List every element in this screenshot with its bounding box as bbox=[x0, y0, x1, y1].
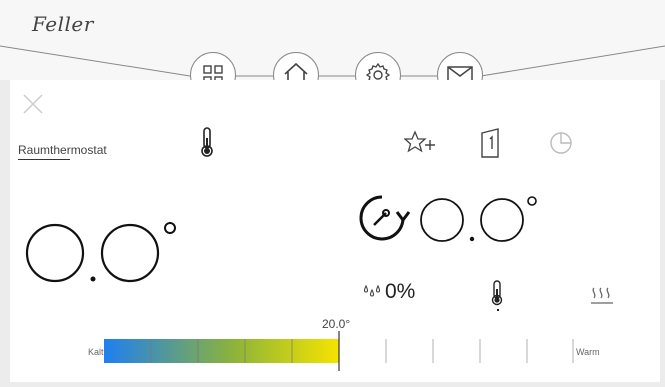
humidity-icon bbox=[363, 284, 381, 297]
door-icon[interactable] bbox=[480, 127, 502, 159]
current-temperature-display bbox=[25, 222, 176, 283]
scale-cold-label: Kalt bbox=[88, 347, 104, 357]
slider-fill bbox=[104, 339, 339, 363]
thermometer-icon bbox=[201, 127, 213, 157]
mode-dial-icon[interactable] bbox=[356, 193, 412, 243]
setpoint-temperature-display bbox=[420, 196, 537, 242]
room-label-underline bbox=[18, 159, 70, 160]
scale-warm-label: Warm bbox=[576, 347, 600, 357]
brand-logo: Feller bbox=[32, 12, 94, 36]
timer-icon[interactable] bbox=[549, 131, 573, 155]
favorite-add-icon[interactable] bbox=[404, 130, 440, 156]
temperature-slider[interactable] bbox=[104, 331, 574, 371]
setpoint-value-label: 20.0° bbox=[322, 317, 351, 331]
nav-divider-line bbox=[0, 45, 665, 77]
close-icon[interactable] bbox=[22, 93, 44, 115]
heating-icon[interactable] bbox=[590, 286, 614, 306]
sensor-indicator-dot bbox=[497, 309, 499, 311]
room-thermometer-icon bbox=[491, 280, 503, 306]
room-name-label: Raumthermostat bbox=[18, 143, 107, 157]
humidity-value: 0% bbox=[385, 280, 416, 303]
